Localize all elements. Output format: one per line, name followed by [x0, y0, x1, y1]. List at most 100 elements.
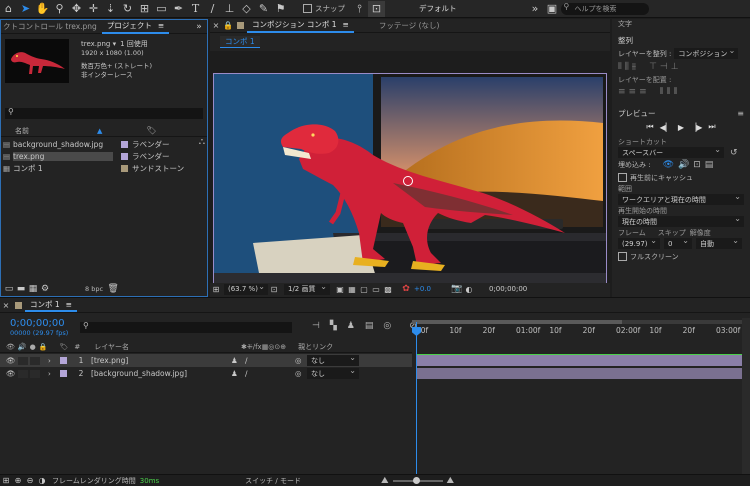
- roto-brush-icon[interactable]: ✎: [255, 1, 272, 17]
- anchor-point-handle[interactable]: [403, 176, 413, 186]
- zoom-out-icon[interactable]: ⛰: [381, 476, 389, 486]
- project-search-input[interactable]: ⚲: [5, 107, 203, 119]
- solo-col-icon[interactable]: ●: [30, 343, 36, 351]
- expand-icon[interactable]: ›: [48, 370, 56, 378]
- zoom-dropdown[interactable]: (63.7 %): [224, 282, 268, 295]
- shy-switch-icon[interactable]: ♟: [231, 369, 245, 378]
- layer-search-input[interactable]: ⚲: [80, 321, 292, 333]
- label-col-icon[interactable]: 🏷: [59, 343, 68, 351]
- panel-menu-icon[interactable]: ≡: [158, 21, 164, 30]
- transparency-grid-icon[interactable]: ▦: [346, 281, 358, 297]
- text-tool-icon[interactable]: T: [187, 1, 204, 17]
- expand-icon[interactable]: ›: [48, 357, 56, 365]
- close-icon[interactable]: ×: [210, 18, 222, 34]
- parent-dropdown[interactable]: なし: [307, 366, 359, 379]
- col-layer-name[interactable]: レイヤー名: [94, 342, 129, 352]
- tab-project[interactable]: プロジェクト ≡: [101, 20, 170, 34]
- puppet-pin-icon[interactable]: ⚑: [272, 1, 289, 17]
- distribute-right-icon[interactable]: ⦀: [674, 87, 681, 97]
- align-top-icon[interactable]: ⊤: [649, 62, 660, 72]
- quality-switch-icon[interactable]: ∕: [245, 369, 295, 378]
- align-left-icon[interactable]: ⫴: [618, 62, 625, 72]
- switch-mode-toggle[interactable]: スイッチ / モード: [245, 476, 301, 486]
- camera-snapshot-icon[interactable]: 📷: [451, 281, 463, 297]
- frame-blending-icon[interactable]: ▤: [365, 321, 374, 331]
- channel-icon[interactable]: ▩: [382, 281, 394, 297]
- distribute-left-icon[interactable]: ⦀: [660, 87, 667, 97]
- res-dropdown[interactable]: 自動: [696, 236, 742, 249]
- bpc-label[interactable]: 8 bpc: [85, 285, 103, 293]
- audio-toggle[interactable]: [18, 356, 28, 365]
- solo-toggle[interactable]: [30, 369, 40, 378]
- layer-name[interactable]: [trex.png]: [91, 356, 231, 365]
- last-frame-icon[interactable]: ⏭: [708, 122, 715, 132]
- tab-effect-controls[interactable]: クトコントロール trex.png: [1, 20, 102, 34]
- reset-icon[interactable]: ↺: [730, 148, 738, 158]
- table-row[interactable]: 👁 › 2 [background_shadow.jpg] ♟ ∕ ◎ なし: [0, 366, 412, 380]
- align-hcenter-icon[interactable]: ⫼: [625, 62, 632, 72]
- snap-grid-icon[interactable]: ⊡: [368, 0, 385, 17]
- lock-icon[interactable]: 🔒: [222, 18, 234, 34]
- fps-dropdown[interactable]: (29.97): [618, 236, 660, 249]
- comp-subtab[interactable]: コンポ 1: [220, 35, 260, 48]
- current-time-indicator[interactable]: [416, 322, 417, 478]
- play-icon[interactable]: ▶: [678, 123, 684, 132]
- range-dropdown[interactable]: ワークエリアと現在の時間: [618, 192, 744, 205]
- col-name[interactable]: 名前: [15, 126, 29, 136]
- snap-toggle[interactable]: スナップ: [303, 3, 345, 14]
- interpret-footage-icon[interactable]: ▭: [3, 281, 15, 297]
- comp-canvas[interactable]: [213, 73, 607, 293]
- resolution-dropdown[interactable]: 1/2 画質: [284, 282, 330, 295]
- layer-name[interactable]: [background_shadow.jpg]: [91, 369, 231, 378]
- panel-menu-icon[interactable]: ≡: [343, 20, 349, 29]
- label-swatch[interactable]: [121, 164, 128, 172]
- tab-footage[interactable]: フッテージ (なし): [374, 19, 445, 33]
- prev-frame-icon[interactable]: ◀▏: [660, 123, 672, 132]
- in-out-toggle-icon[interactable]: ⊖: [24, 473, 36, 486]
- time-graph[interactable]: 00f 10f 20f 01:00f 10f 20f 02:00f 10f 20f 03:00f: [412, 318, 742, 478]
- distribute-bottom-icon[interactable]: ≡: [639, 87, 650, 97]
- new-folder-icon[interactable]: ▬: [15, 281, 27, 297]
- overlay-include-icon[interactable]: ⊡: [693, 160, 701, 170]
- shy-switch-icon[interactable]: ♟: [231, 356, 245, 365]
- render-time-toggle-icon[interactable]: ⊞: [0, 473, 12, 486]
- align-to-dropdown[interactable]: コンポジション: [674, 46, 739, 59]
- timeline-timecode[interactable]: 0;00;00;00: [10, 318, 68, 329]
- comp-mini-flowchart-icon[interactable]: ⊣: [312, 321, 320, 331]
- always-preview-icon[interactable]: ⊞: [210, 281, 222, 297]
- label-swatch[interactable]: [121, 140, 128, 148]
- pan-behind-icon[interactable]: ⊞: [136, 1, 153, 17]
- list-item[interactable]: ▤ trex.png ラベンダー: [1, 150, 207, 162]
- close-icon[interactable]: ×: [0, 297, 12, 313]
- audio-toggle[interactable]: [18, 369, 28, 378]
- label-column-icon[interactable]: 🏷: [146, 126, 156, 135]
- mask-path-icon[interactable]: ▢: [358, 281, 370, 297]
- lock-col-icon[interactable]: 🔒: [39, 343, 48, 351]
- distribute-hcenter-icon[interactable]: ⦀: [667, 87, 674, 97]
- snapshot-view-icon[interactable]: ▭: [370, 281, 382, 297]
- align-bottom-icon[interactable]: ⊥: [671, 62, 682, 72]
- adjust-icon[interactable]: ⚙: [39, 281, 51, 297]
- parent-pickwhip-icon[interactable]: ◎: [295, 356, 307, 365]
- video-col-icon[interactable]: 👁: [6, 343, 15, 351]
- motion-blur-icon[interactable]: ◎: [383, 321, 391, 331]
- cache-checkbox[interactable]: [618, 173, 627, 182]
- distribute-vcenter-icon[interactable]: ≡: [629, 87, 640, 97]
- list-item[interactable]: ▤ background_shadow.jpg ラベンダー: [1, 138, 207, 150]
- region-of-interest-icon[interactable]: ▣: [334, 281, 346, 297]
- work-area-bar[interactable]: [412, 320, 742, 324]
- show-snapshot-icon[interactable]: ◐: [463, 281, 475, 297]
- draft-3d-icon[interactable]: ▚: [330, 321, 337, 331]
- timeline-zoom-slider[interactable]: [392, 476, 443, 484]
- workspace-more-icon[interactable]: »: [527, 1, 544, 17]
- exposure-value[interactable]: +0.0: [414, 285, 431, 293]
- list-item[interactable]: ▦ コンポ 1 サンドストーン: [1, 162, 207, 174]
- snap-checkbox[interactable]: [303, 4, 312, 13]
- comp-viewer[interactable]: [210, 51, 610, 295]
- panel-overflow-icon[interactable]: »: [191, 19, 207, 35]
- time-ruler[interactable]: 00f 10f 20f 01:00f 10f 20f 02:00f 10f 20f 03:00f: [412, 326, 742, 338]
- audio-include-icon[interactable]: 🔊: [678, 160, 689, 170]
- preview-section-title[interactable]: プレビュー: [612, 107, 656, 120]
- layer-controls-include-icon[interactable]: ▤: [705, 160, 714, 170]
- pen-tool-icon[interactable]: ✒: [170, 1, 187, 17]
